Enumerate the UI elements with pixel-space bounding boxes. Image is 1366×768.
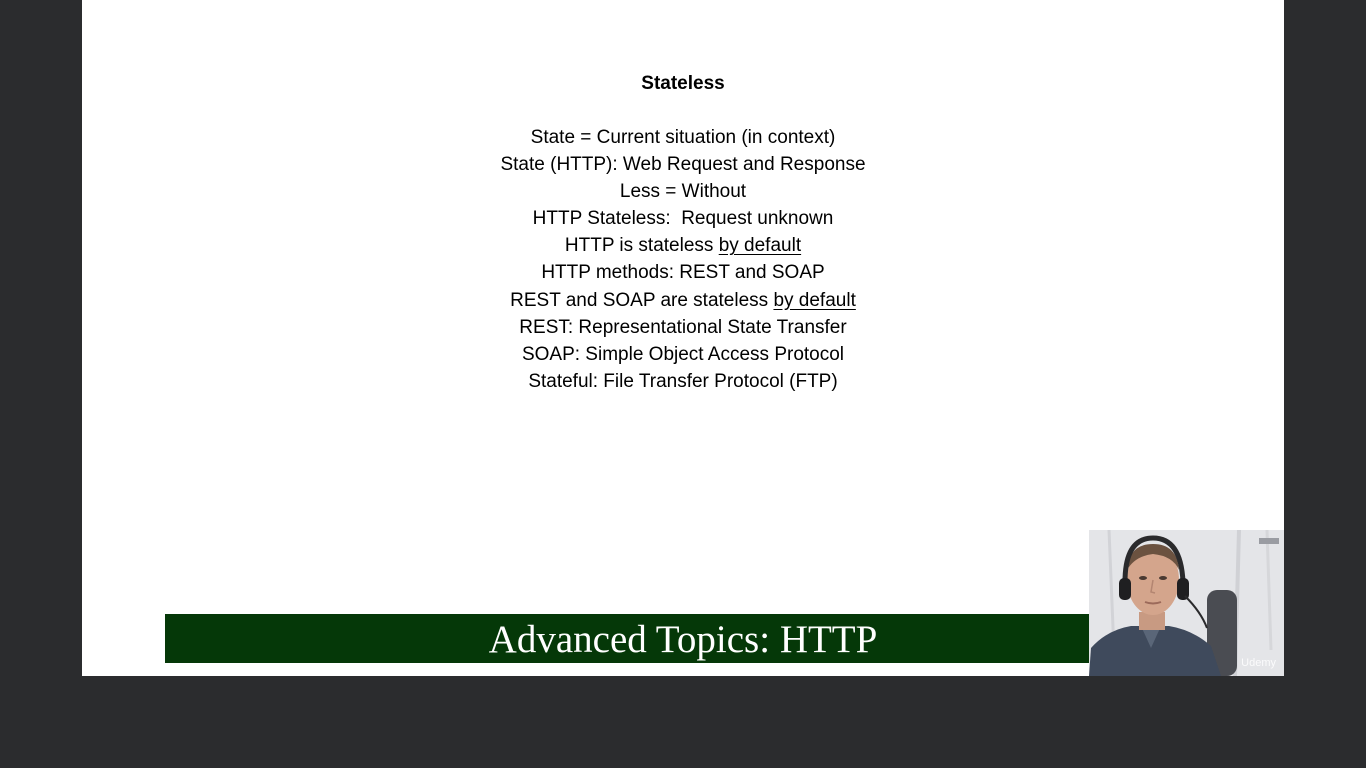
slide-line-text: State (HTTP): Web Request and Response: [500, 154, 866, 176]
slide-line: State = Current situation (in context): [82, 124, 1284, 151]
slide-line-text: HTTP Stateless: Request unknown: [532, 208, 834, 230]
video-player-stage[interactable]: Stateless State = Current situation (in …: [0, 0, 1366, 768]
slide-line-text: REST and SOAP are stateless: [510, 289, 774, 311]
slide-line-text: Less = Without: [619, 181, 747, 203]
course-title-text: Advanced Topics: HTTP: [488, 618, 878, 661]
slide-line-text: SOAP: Simple Object Access Protocol: [521, 343, 845, 365]
slide-line: REST: Representational State Transfer: [82, 314, 1284, 341]
slide-line: Less = Without: [82, 178, 1284, 205]
slide-line-underlined: by default: [718, 235, 802, 257]
slide-line-text: HTTP methods: REST and SOAP: [541, 262, 825, 284]
slide-line-underlined: by default: [773, 289, 856, 311]
slide-line: SOAP: Simple Object Access Protocol: [82, 341, 1284, 368]
slide-title: Stateless: [641, 73, 725, 94]
instructor-video-image: [1089, 530, 1284, 676]
slide-line: HTTP is stateless by default: [82, 232, 1284, 259]
slide-line-text: Stateful: File Transfer Protocol (FTP): [528, 370, 838, 392]
slide-line-text: State = Current situation (in context): [530, 127, 836, 148]
slide-line: HTTP Stateless: Request unknown: [82, 205, 1284, 232]
slide-line-text: REST: Representational State Transfer: [519, 316, 847, 338]
slide-line: REST and SOAP are stateless by default: [82, 287, 1284, 314]
slide-line: State (HTTP): Web Request and Response: [82, 151, 1284, 178]
instructor-webcam-overlay: Udemy: [1089, 530, 1284, 676]
slide-bullet-list: State = Current situation (in context) S…: [82, 124, 1284, 395]
slide-line-text: HTTP is stateless: [564, 235, 719, 257]
udemy-watermark: Udemy: [1241, 657, 1276, 669]
slide-line: HTTP methods: REST and SOAP: [82, 259, 1284, 286]
slide-line: Stateful: File Transfer Protocol (FTP): [82, 368, 1284, 395]
